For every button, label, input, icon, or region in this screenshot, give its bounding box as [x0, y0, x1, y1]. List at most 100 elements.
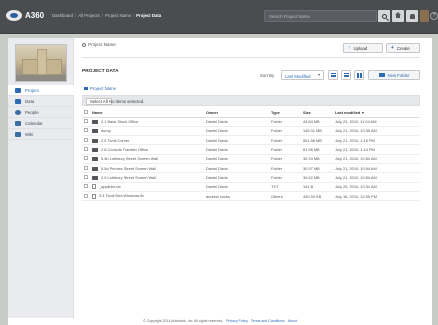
sort-select[interactable]: Last Modified: [281, 70, 324, 80]
file-modified: July 21, 2010, 10:54 AM: [333, 172, 420, 183]
file-owner: Daniel Davis: [204, 163, 269, 174]
list-view-button[interactable]: [328, 70, 338, 80]
folder-icon: [92, 129, 98, 134]
search-button[interactable]: [378, 10, 390, 22]
upload-icon: ↑: [348, 45, 351, 51]
upload-button[interactable]: ↑ Upload: [343, 43, 383, 53]
footer-link-privacy[interactable]: Privacy Policy: [226, 319, 248, 323]
search-input[interactable]: [264, 10, 377, 22]
create-button[interactable]: + Create: [386, 43, 420, 53]
file-size: 449.90 KB: [301, 191, 333, 202]
file-owner: Daniel Davis: [204, 154, 269, 165]
detail-list-icon: [343, 73, 349, 77]
file-icon: [92, 184, 96, 190]
help-icon[interactable]: ?: [430, 12, 438, 20]
file-owner: Daniel Davis: [204, 182, 269, 192]
column-owner[interactable]: Owner: [204, 109, 269, 118]
sidebar-nav: Project Data People Calendar Wiki: [8, 85, 74, 140]
file-type: Folder: [269, 154, 301, 165]
breadcrumb-dashboard[interactable]: Dashboard: [52, 13, 73, 18]
folder-breadcrumb[interactable]: Project Name: [84, 86, 116, 91]
file-owner: Daniel Davis: [204, 117, 269, 127]
page-panel: Project Data People Calendar Wiki Projec…: [8, 38, 432, 325]
row-checkbox[interactable]: [84, 156, 88, 161]
footer-link-about[interactable]: About: [288, 319, 297, 323]
file-modified: July 16, 2010, 12:05 PM: [333, 191, 420, 202]
notification-icon[interactable]: [406, 10, 418, 22]
file-modified: July 23, 2010, 11:04 AM: [333, 117, 420, 127]
row-checkbox[interactable]: [84, 147, 88, 152]
file-size: 551.56 MB: [301, 135, 333, 146]
table-row[interactable]: 2.8 Consols Transfer Office Daniel Davis F…: [82, 144, 420, 155]
table-row[interactable]: 2.5 Tivoli Corner Daniel Davis Folder 551.5…: [82, 135, 420, 146]
home-icon[interactable]: [392, 10, 404, 22]
plus-icon: +: [391, 45, 394, 51]
file-type: Folder: [269, 135, 301, 146]
row-checkbox[interactable]: [84, 165, 88, 170]
file-name: 5.5d Princes Street Screen Wall: [101, 165, 156, 171]
detail-view-button[interactable]: [341, 70, 351, 80]
breadcrumb: Dashboard / All Projects / Project Name / Proj…: [52, 13, 162, 18]
footer: © Copyright 2014 Autodesk, Inc. All righ…: [8, 318, 432, 325]
row-checkbox[interactable]: [84, 184, 88, 189]
grid-icon: [356, 72, 362, 78]
table-row[interactable]: _applinks.txt Daniel Davis TXT 141 B July 20…: [82, 182, 420, 192]
sidebar-item-wiki[interactable]: Wiki: [8, 129, 74, 140]
file-size: 30.33 MB: [301, 154, 333, 165]
file-name: 2.1 Bank Stock Office: [101, 119, 139, 125]
row-checkbox[interactable]: [84, 119, 88, 124]
column-type[interactable]: Type: [269, 109, 301, 118]
folder-icon: [84, 87, 88, 90]
folder-icon: [378, 73, 385, 77]
file-table: Name Owner Type Size Last modified▼ 2.1 …: [82, 109, 420, 202]
file-owner: Daniel Davis: [204, 126, 269, 137]
sidebar-item-calendar[interactable]: Calendar: [8, 118, 74, 129]
avatar[interactable]: [420, 10, 429, 22]
folder-icon: [92, 120, 98, 125]
file-size: 145.01 MB: [301, 126, 333, 137]
row-checkbox[interactable]: [84, 128, 88, 133]
file-name: dump: [101, 128, 111, 134]
row-checkbox[interactable]: [84, 174, 88, 179]
sidebar-item-project[interactable]: Project: [8, 85, 74, 96]
table-row[interactable]: 3.4 Tivoli Bird Windows.ifc andrew cocks O…: [82, 191, 420, 202]
autodesk-logo-icon[interactable]: [6, 10, 22, 21]
column-size[interactable]: Size: [301, 109, 333, 118]
breadcrumb-all-projects[interactable]: All Projects: [78, 13, 100, 18]
file-name: 2.9 Lothbury Street Screen Wall: [101, 174, 157, 180]
column-name[interactable]: Name: [90, 109, 204, 118]
table-row[interactable]: 5.5b Lothbury Street Screen Wall Daniel D…: [82, 154, 420, 165]
file-size: 61.98 MB: [301, 144, 333, 155]
table-row[interactable]: 5.5d Princes Street Screen Wall Daniel Da…: [82, 163, 420, 174]
brand-name[interactable]: A360: [25, 11, 44, 20]
folder-icon: [92, 157, 98, 162]
top-bar: A360 Dashboard / All Projects / Project Name…: [0, 0, 438, 34]
row-checkbox[interactable]: [84, 193, 88, 198]
file-modified: July 21, 2010, 1:15 PM: [333, 135, 420, 146]
table-row[interactable]: dump Daniel Davis Folder 145.01 MB July 21, …: [82, 126, 420, 137]
sidebar-item-people[interactable]: People: [8, 107, 74, 118]
file-name: _applinks.txt: [99, 183, 121, 189]
file-owner: andrew cocks: [204, 191, 269, 202]
table-row[interactable]: 2.9 Lothbury Street Screen Wall Daniel Da…: [82, 172, 420, 183]
people-icon: [15, 109, 21, 115]
divider: [82, 57, 420, 58]
row-checkbox[interactable]: [84, 137, 88, 142]
column-last-modified[interactable]: Last modified▼: [333, 109, 420, 118]
footer-link-terms[interactable]: Terms and Conditions: [251, 319, 285, 323]
sidebar-item-data[interactable]: Data: [8, 96, 74, 107]
project-icon: [15, 87, 21, 93]
grid-view-button[interactable]: [354, 70, 364, 80]
file-table-body: 2.1 Bank Stock Office Daniel Davis Folder 4…: [82, 117, 420, 202]
file-type: Folder: [269, 172, 301, 183]
data-icon: [15, 98, 21, 104]
file-owner: Daniel Davis: [204, 135, 269, 146]
search-icon: [381, 13, 387, 19]
file-owner: Daniel Davis: [204, 144, 269, 155]
breadcrumb-project-name[interactable]: Project Name: [105, 13, 131, 18]
new-folder-button[interactable]: New Folder: [368, 70, 420, 80]
project-icon: [82, 42, 86, 47]
select-all-button[interactable]: Select All: [86, 97, 112, 105]
table-row[interactable]: 2.1 Bank Stock Office Daniel Davis Folder 4…: [82, 117, 420, 127]
select-all-checkbox[interactable]: [84, 110, 88, 115]
